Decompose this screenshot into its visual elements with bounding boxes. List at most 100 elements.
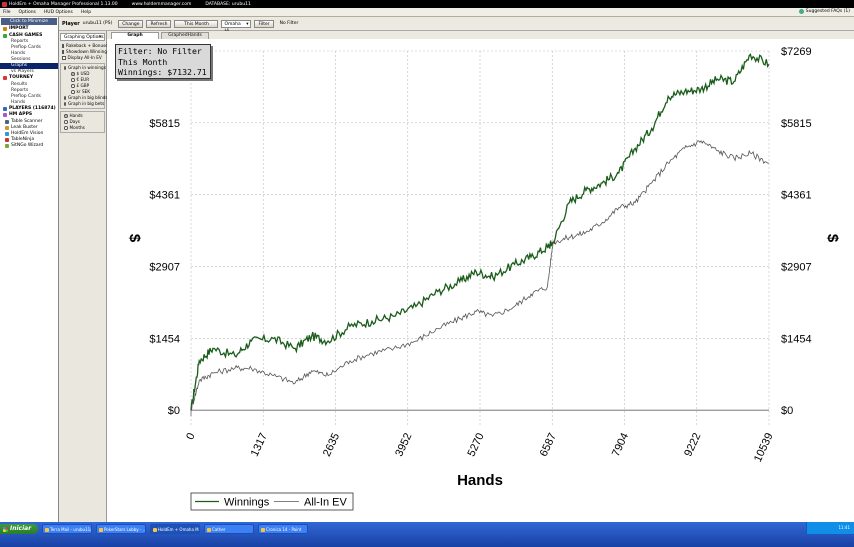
y-tick-label-left: $4361 bbox=[149, 190, 180, 202]
holdem-vision-icon bbox=[5, 131, 9, 136]
legend-label-winnings: Winnings bbox=[224, 497, 270, 509]
legend-label-allin-ev: All-In EV bbox=[304, 497, 347, 509]
menu-file[interactable]: File bbox=[3, 10, 11, 15]
title-bar: HoldEm + Omaha Manager Professional 1.13… bbox=[0, 0, 854, 8]
radio-graph-bets[interactable]: Graph in big bets bbox=[61, 101, 104, 107]
y-tick-label-left: $5815 bbox=[149, 118, 180, 130]
period-line: This Month bbox=[118, 56, 168, 67]
taskbar: Iniciar Terra Mail - urubu11@... PokerSt… bbox=[0, 522, 854, 547]
window-title: HoldEm + Omaha Manager Professional 1.13… bbox=[9, 1, 118, 7]
checkbox-rakeback[interactable] bbox=[62, 44, 64, 48]
checkbox-showdown[interactable] bbox=[62, 50, 64, 54]
radio-months-dot[interactable] bbox=[64, 126, 68, 130]
y-axis-label: $ bbox=[824, 234, 841, 243]
player-value: urubu11 (PS) bbox=[82, 21, 113, 26]
import-icon bbox=[3, 27, 7, 32]
checkbox-allin-ev[interactable] bbox=[62, 56, 66, 60]
database-label: DATABASE: urubu11 bbox=[205, 1, 251, 7]
radio-bets-dot[interactable] bbox=[64, 102, 66, 106]
tab-graphed-hands[interactable]: GraphedHands bbox=[161, 32, 209, 39]
radio-sek-dot[interactable] bbox=[71, 90, 75, 94]
xaxis-group: Hands Days Months bbox=[60, 111, 105, 133]
filter-button[interactable]: Filter bbox=[254, 19, 274, 28]
website-label: www.holdemmanager.com bbox=[131, 1, 192, 7]
radio-winnings[interactable] bbox=[64, 66, 66, 70]
radio-months[interactable]: Months bbox=[61, 125, 104, 131]
app-icon bbox=[2, 1, 7, 7]
menu-bar: File Options HUD Options Help Suggested … bbox=[0, 8, 854, 17]
graphing-options-panel: Graphing Options ✕ Rakeback + Bonuses Sho… bbox=[59, 31, 110, 522]
suggested-faqs[interactable]: Suggested FAQs (1) bbox=[798, 9, 850, 14]
tableninja-icon bbox=[5, 138, 9, 143]
x-tick-label: 5270 bbox=[466, 431, 487, 458]
tourney-icon bbox=[3, 76, 7, 81]
filter-status: No Filter bbox=[279, 21, 299, 26]
x-tick-label: 10539 bbox=[752, 431, 776, 464]
x-tick-label: 0 bbox=[184, 431, 197, 442]
y-tick-label-left: $2907 bbox=[149, 262, 180, 274]
chart-legend: Winnings All-In EV bbox=[190, 492, 354, 511]
x-tick-label: 6587 bbox=[538, 431, 559, 458]
game-select-value: Omaha Hi bbox=[224, 21, 241, 34]
radio-bb-dot[interactable] bbox=[64, 96, 66, 100]
start-button[interactable]: Iniciar bbox=[0, 524, 38, 534]
hm-apps-icon bbox=[3, 113, 7, 118]
app-sitngo-wizard[interactable]: SitNGo Wizard bbox=[0, 143, 58, 149]
change-button[interactable]: Change bbox=[118, 19, 144, 28]
game-select[interactable]: Omaha Hi ▾ bbox=[221, 19, 252, 34]
task-pokerstars[interactable]: PokerStars Lobby - ... bbox=[96, 524, 146, 534]
system-tray-clock: 11:41 bbox=[806, 522, 854, 534]
refresh-button[interactable]: Refresh bbox=[146, 19, 172, 28]
winnings-line: Winnings: $7132.71 bbox=[118, 67, 207, 77]
radio-hands-dot[interactable] bbox=[64, 114, 68, 118]
task-holdem-manager[interactable]: HoldEm + Omaha Ma... bbox=[150, 524, 200, 534]
y-tick-label-right: $7269 bbox=[781, 46, 812, 58]
y-tick-label-right: $5815 bbox=[781, 118, 812, 130]
radio-usd-dot[interactable] bbox=[71, 72, 75, 76]
x-tick-label: 7904 bbox=[610, 431, 631, 458]
period-button[interactable]: This Month bbox=[174, 19, 219, 28]
toolbar: Player urubu11 (PS) Change Refresh This … bbox=[59, 17, 854, 34]
tab-graph[interactable]: Graph bbox=[111, 32, 159, 39]
y-tick-label-right: $2907 bbox=[781, 262, 812, 274]
radio-eur-dot[interactable] bbox=[71, 78, 75, 82]
menu-hud-options[interactable]: HUD Options bbox=[44, 10, 73, 15]
x-tick-label: 1317 bbox=[249, 431, 270, 458]
sidebar: Click to Minimize IMPORT CASH GAMES Repo… bbox=[0, 17, 59, 522]
task-cather[interactable]: Cather bbox=[204, 524, 254, 534]
y-tick-label-right: $0 bbox=[781, 405, 793, 417]
close-icon[interactable]: ✕ bbox=[98, 34, 102, 41]
graph-units-group: Graph in winnings $ USD € EUR £ GBP kr S… bbox=[60, 63, 108, 109]
sitngo-wizard-icon bbox=[5, 144, 9, 149]
radio-days-dot[interactable] bbox=[64, 120, 68, 124]
chart-area: $0 $0 $1454 $1454 $2907 $2907 $4361 $4361 $5815 $… bbox=[107, 39, 854, 522]
y-axis-label: $ bbox=[126, 234, 143, 243]
x-tick-label: 2635 bbox=[321, 431, 342, 458]
task-terra-mail[interactable]: Terra Mail - urubu11@... bbox=[42, 524, 92, 534]
check-allin-ev[interactable]: Display All-In EV bbox=[59, 55, 106, 61]
filter-info-box: Filter: No Filter This Month Winnings: $… bbox=[115, 44, 211, 79]
y-tick-label-left: $1454 bbox=[149, 333, 180, 345]
tab-bar: Graph GraphedHands bbox=[107, 31, 854, 39]
radio-gbp-dot[interactable] bbox=[71, 84, 75, 88]
cash-games-icon bbox=[3, 33, 7, 38]
x-axis-label: Hands bbox=[457, 472, 503, 489]
task-paint[interactable]: Cronica 14 - Paint bbox=[258, 524, 308, 534]
filter-line: Filter: No Filter bbox=[118, 46, 202, 56]
menu-help[interactable]: Help bbox=[81, 10, 91, 15]
x-tick-label: 3952 bbox=[393, 431, 414, 458]
x-tick-label: 9222 bbox=[682, 431, 703, 458]
table-scanner-icon bbox=[5, 119, 9, 124]
player-label: Player bbox=[62, 20, 80, 27]
winnings-chart: $0 $0 $1454 $1454 $2907 $2907 $4361 $4361 $5815 $… bbox=[126, 46, 841, 511]
y-tick-label-left: $0 bbox=[168, 405, 180, 417]
faq-icon bbox=[798, 9, 804, 14]
suggested-faqs-label: Suggested FAQs (1) bbox=[805, 9, 850, 14]
minimize-button[interactable]: Click to Minimize bbox=[1, 18, 57, 25]
leak-buster-icon bbox=[5, 125, 9, 130]
menu-options[interactable]: Options bbox=[19, 10, 36, 15]
y-tick-label-right: $4361 bbox=[781, 190, 812, 202]
players-icon bbox=[3, 106, 7, 111]
chevron-down-icon: ▾ bbox=[246, 21, 249, 27]
y-tick-label-right: $1454 bbox=[781, 333, 812, 345]
